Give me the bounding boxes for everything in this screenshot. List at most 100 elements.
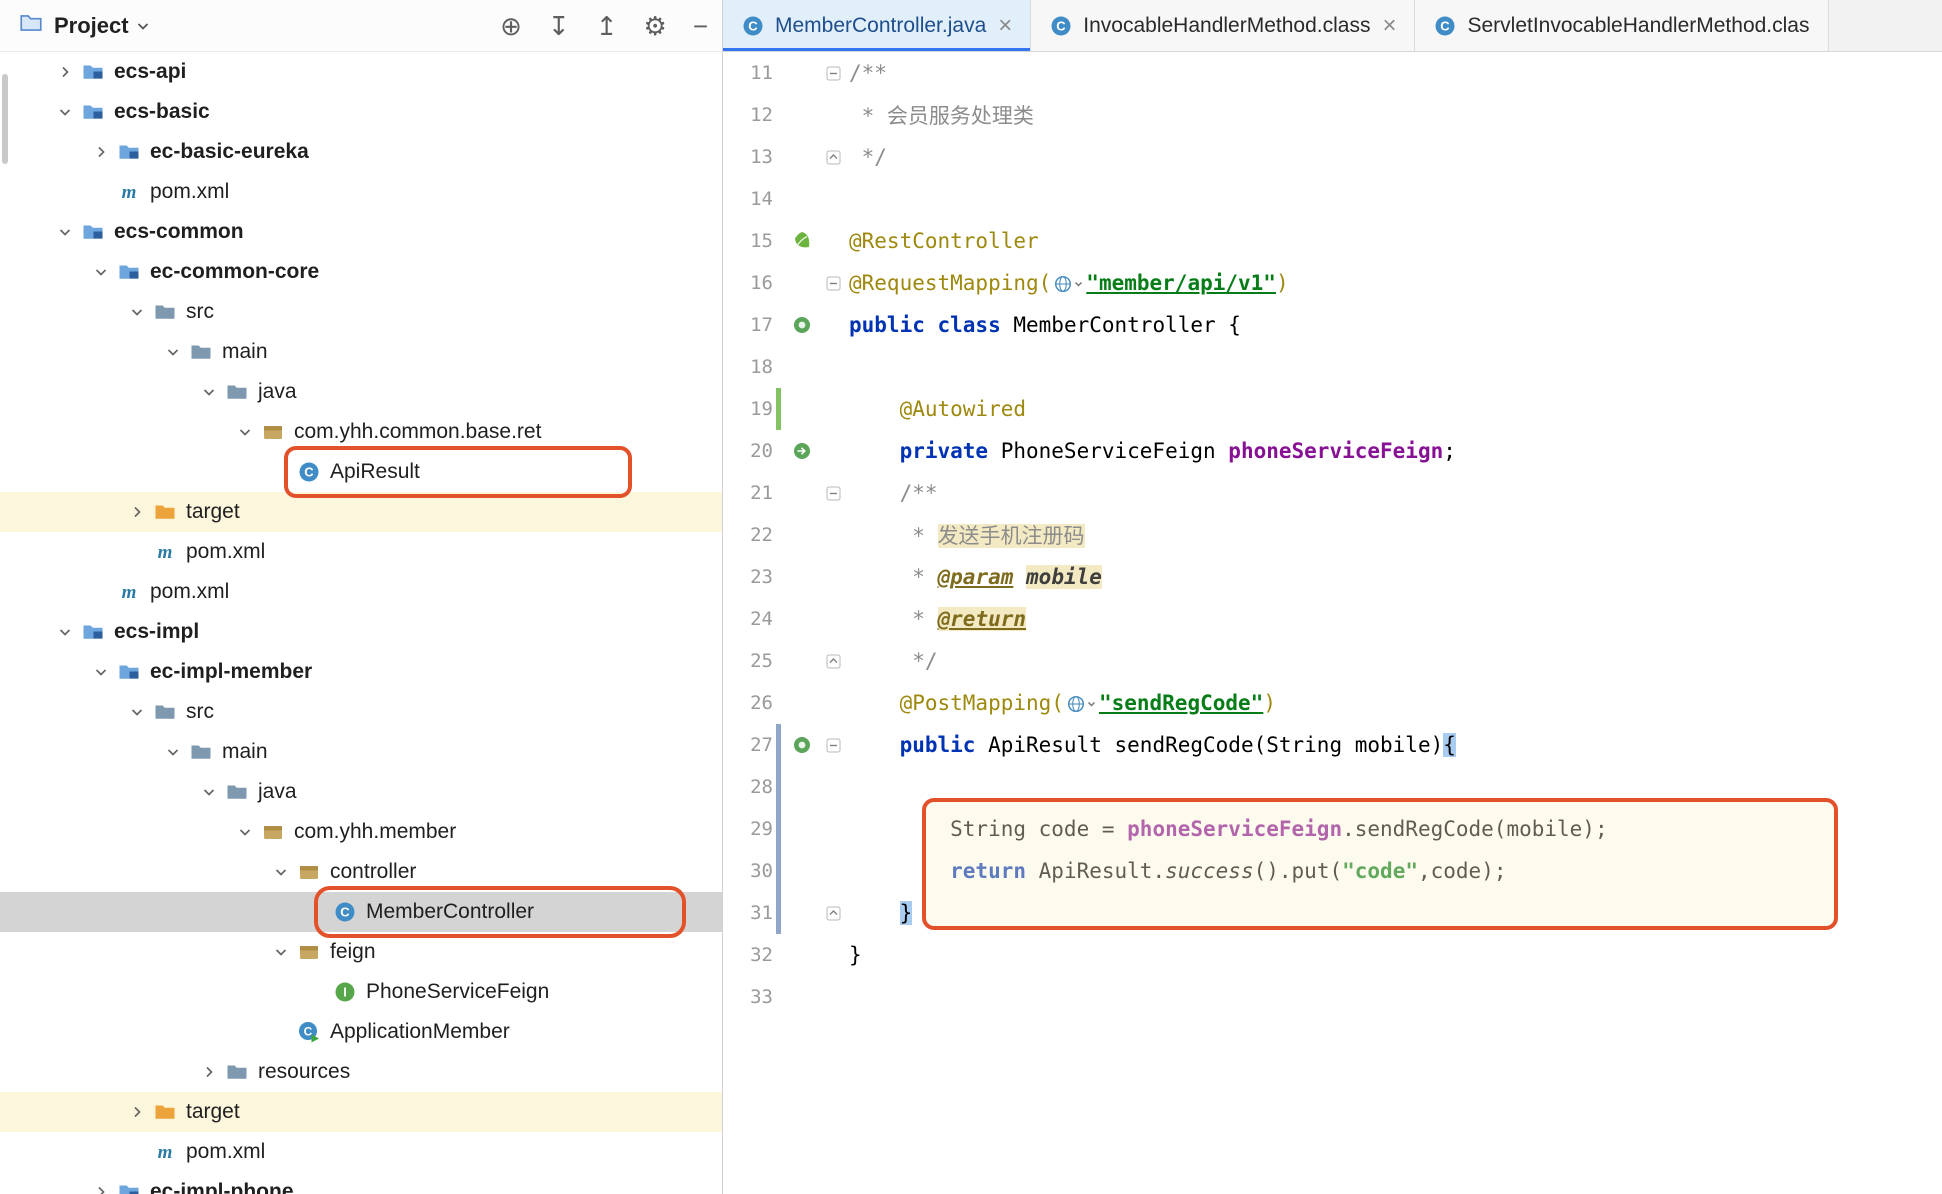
line-number[interactable]: 12 xyxy=(723,104,773,126)
line-number[interactable]: 33 xyxy=(723,986,773,1008)
bean-arrow-icon[interactable] xyxy=(785,441,819,461)
tree-item-pom-xml[interactable]: mpom.xml xyxy=(0,532,722,572)
editor-tab-membercontroller-java[interactable]: CMemberController.java× xyxy=(723,0,1031,51)
fold-minus-icon[interactable] xyxy=(819,486,847,501)
code-text[interactable]: public class MemberController { xyxy=(849,313,1241,337)
editor-tab-servletinvocablehandlermethod-clas[interactable]: CServletInvocableHandlerMethod.clas xyxy=(1415,0,1828,51)
close-icon[interactable]: × xyxy=(998,14,1012,38)
chevron-right-icon[interactable] xyxy=(122,504,152,520)
bean-icon[interactable] xyxy=(785,315,819,335)
fold-minus-icon[interactable] xyxy=(819,738,847,753)
tree-item-ecs-api[interactable]: ecs-api xyxy=(0,52,722,92)
settings-icon[interactable]: ⚙ xyxy=(644,13,667,39)
code-text[interactable]: /** xyxy=(849,481,938,505)
code-text[interactable]: @RequestMapping("member/api/v1") xyxy=(849,271,1289,295)
line-number[interactable]: 29 xyxy=(723,818,773,840)
close-icon[interactable]: × xyxy=(1382,14,1396,38)
code-text[interactable]: private PhoneServiceFeign phoneServiceFe… xyxy=(849,439,1456,463)
locate-icon[interactable]: ⊕ xyxy=(500,13,522,39)
line-number[interactable]: 21 xyxy=(723,482,773,504)
chevron-down-icon[interactable] xyxy=(158,744,188,760)
line-number[interactable]: 23 xyxy=(723,566,773,588)
tree-item-ec-impl-phone[interactable]: ec-impl-phone xyxy=(0,1172,722,1194)
tree-item-pom-xml[interactable]: mpom.xml xyxy=(0,572,722,612)
line-number[interactable]: 28 xyxy=(723,776,773,798)
tree-item-ecs-impl[interactable]: ecs-impl xyxy=(0,612,722,652)
code-text[interactable]: * 发送手机注册码 xyxy=(849,520,1085,550)
tree-item-ec-basic-eureka[interactable]: ec-basic-eureka xyxy=(0,132,722,172)
code-text[interactable]: */ xyxy=(849,145,887,169)
code-text[interactable]: return ApiResult.success().put("code",co… xyxy=(849,859,1507,883)
code-text[interactable]: } xyxy=(849,943,862,967)
line-number[interactable]: 15 xyxy=(723,230,773,252)
tree-item-ec-common-core[interactable]: ec-common-core xyxy=(0,252,722,292)
line-number[interactable]: 26 xyxy=(723,692,773,714)
tree-item-ecs-basic[interactable]: ecs-basic xyxy=(0,92,722,132)
code-text[interactable]: @Autowired xyxy=(849,397,1026,421)
tree-item-main[interactable]: main xyxy=(0,332,722,372)
line-number[interactable]: 22 xyxy=(723,524,773,546)
code-text[interactable]: * @param mobile xyxy=(849,565,1102,589)
code-text[interactable]: String code = phoneServiceFeign.sendRegC… xyxy=(849,817,1608,841)
chevron-right-icon[interactable] xyxy=(86,144,116,160)
tree-item-pom-xml[interactable]: mpom.xml xyxy=(0,1132,722,1172)
code-text[interactable]: /** xyxy=(849,61,887,85)
fold-minus-icon[interactable] xyxy=(819,66,847,81)
hide-icon[interactable]: − xyxy=(693,13,708,39)
tree-item-resources[interactable]: resources xyxy=(0,1052,722,1092)
bean-icon[interactable] xyxy=(785,735,819,755)
chevron-down-icon[interactable] xyxy=(50,224,80,240)
chevron-down-icon[interactable] xyxy=(266,944,296,960)
line-number[interactable]: 32 xyxy=(723,944,773,966)
tree-item-main[interactable]: main xyxy=(0,732,722,772)
globe-icon[interactable] xyxy=(1053,274,1084,294)
tree-item-target[interactable]: target xyxy=(0,1092,722,1132)
tree-item-com-yhh-member[interactable]: com.yhh.member xyxy=(0,812,722,852)
code-text[interactable]: } xyxy=(849,901,912,925)
line-number[interactable]: 19 xyxy=(723,398,773,420)
tree-item-phoneservicefeign[interactable]: IPhoneServiceFeign xyxy=(0,972,722,1012)
tree-item-com-yhh-common-base-ret[interactable]: com.yhh.common.base.ret xyxy=(0,412,722,452)
tree-item-target[interactable]: target xyxy=(0,492,722,532)
leaf-icon[interactable] xyxy=(785,230,819,252)
line-number[interactable]: 20 xyxy=(723,440,773,462)
globe-icon[interactable] xyxy=(1066,694,1097,714)
chevron-down-icon[interactable] xyxy=(266,864,296,880)
chevron-right-icon[interactable] xyxy=(50,64,80,80)
code-editor[interactable]: 11 /** 12 * 会员服务处理类 13 */ 14 15 @RestControlle… xyxy=(723,52,1942,1194)
code-text[interactable]: @RestController xyxy=(849,229,1039,253)
collapse-all-icon[interactable]: ↥ xyxy=(596,13,618,39)
chevron-down-icon[interactable] xyxy=(230,424,260,440)
chevron-right-icon[interactable] xyxy=(86,1184,116,1194)
expand-all-icon[interactable]: ↧ xyxy=(548,13,570,39)
fold-end-icon[interactable] xyxy=(819,906,847,921)
project-view-title[interactable]: Project xyxy=(54,13,129,39)
line-number[interactable]: 11 xyxy=(723,62,773,84)
chevron-right-icon[interactable] xyxy=(194,1064,224,1080)
editor-tab-invocablehandlermethod-class[interactable]: CInvocableHandlerMethod.class× xyxy=(1031,0,1415,51)
tree-item-src[interactable]: src xyxy=(0,692,722,732)
code-text[interactable]: @PostMapping("sendRegCode") xyxy=(849,691,1276,715)
tree-item-controller[interactable]: controller xyxy=(0,852,722,892)
project-scrollbar[interactable] xyxy=(2,74,8,164)
code-text[interactable]: * @return xyxy=(849,607,1026,631)
code-text[interactable]: * 会员服务处理类 xyxy=(849,100,1034,130)
tree-item-java[interactable]: java xyxy=(0,372,722,412)
tree-item-java[interactable]: java xyxy=(0,772,722,812)
chevron-down-icon[interactable] xyxy=(158,344,188,360)
line-number[interactable]: 31 xyxy=(723,902,773,924)
chevron-down-icon[interactable] xyxy=(194,784,224,800)
fold-minus-icon[interactable] xyxy=(819,276,847,291)
chevron-down-icon[interactable] xyxy=(194,384,224,400)
tree-item-apiresult[interactable]: CApiResult xyxy=(0,452,722,492)
code-text[interactable]: */ xyxy=(849,649,938,673)
chevron-down-icon[interactable] xyxy=(135,18,151,34)
code-text[interactable]: public ApiResult sendRegCode(String mobi… xyxy=(849,733,1456,757)
line-number[interactable]: 14 xyxy=(723,188,773,210)
line-number[interactable]: 13 xyxy=(723,146,773,168)
fold-end-icon[interactable] xyxy=(819,150,847,165)
line-number[interactable]: 30 xyxy=(723,860,773,882)
tree-item-applicationmember[interactable]: CApplicationMember xyxy=(0,1012,722,1052)
fold-end-icon[interactable] xyxy=(819,654,847,669)
line-number[interactable]: 17 xyxy=(723,314,773,336)
